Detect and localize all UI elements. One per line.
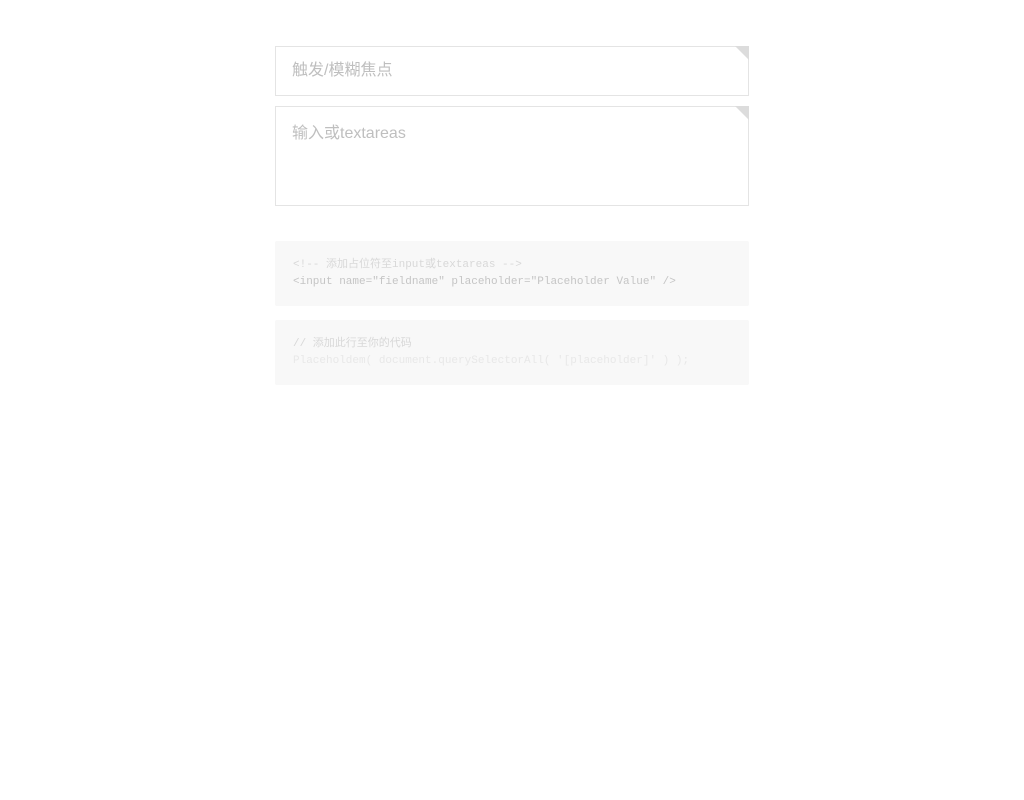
textarea-input[interactable] [275, 106, 749, 206]
demo-container: <!-- 添加占位符至input或textareas --> <input na… [275, 0, 749, 385]
input-wrapper-text [275, 46, 749, 96]
corner-fold-icon [735, 106, 749, 120]
code-block-html: <!-- 添加占位符至input或textareas --> <input na… [275, 241, 749, 306]
corner-fold-icon [735, 46, 749, 60]
code-comment: // 添加此行至你的代码 [293, 336, 731, 353]
code-comment: <!-- 添加占位符至input或textareas --> [293, 257, 731, 274]
focus-input[interactable] [275, 46, 749, 96]
code-line: <input name="fieldname" placeholder="Pla… [293, 274, 731, 291]
code-block-js: // 添加此行至你的代码 Placeholdem( document.query… [275, 320, 749, 385]
input-wrapper-textarea [275, 106, 749, 211]
code-line: Placeholdem( document.querySelectorAll( … [293, 353, 731, 370]
